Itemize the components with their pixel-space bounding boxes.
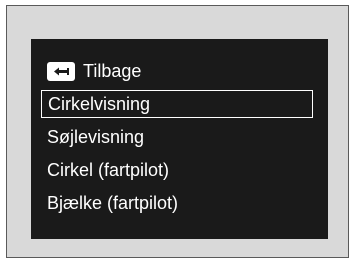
display-frame: Tilbage Cirkelvisning Søjlevisning Cirke… — [6, 5, 349, 258]
back-menu-item[interactable]: Tilbage — [47, 61, 141, 82]
menu-item-sojlevisning[interactable]: Søjlevisning — [41, 123, 313, 151]
back-label: Tilbage — [83, 61, 142, 81]
menu-item-bjaelke-fartpilot[interactable]: Bjælke (fartpilot) — [41, 189, 313, 217]
back-arrow-icon — [47, 62, 75, 81]
menu-screen: Tilbage Cirkelvisning Søjlevisning Cirke… — [31, 39, 328, 239]
menu-item-cirkelvisning[interactable]: Cirkelvisning — [41, 90, 313, 118]
menu-item-cirkel-fartpilot[interactable]: Cirkel (fartpilot) — [41, 156, 313, 184]
